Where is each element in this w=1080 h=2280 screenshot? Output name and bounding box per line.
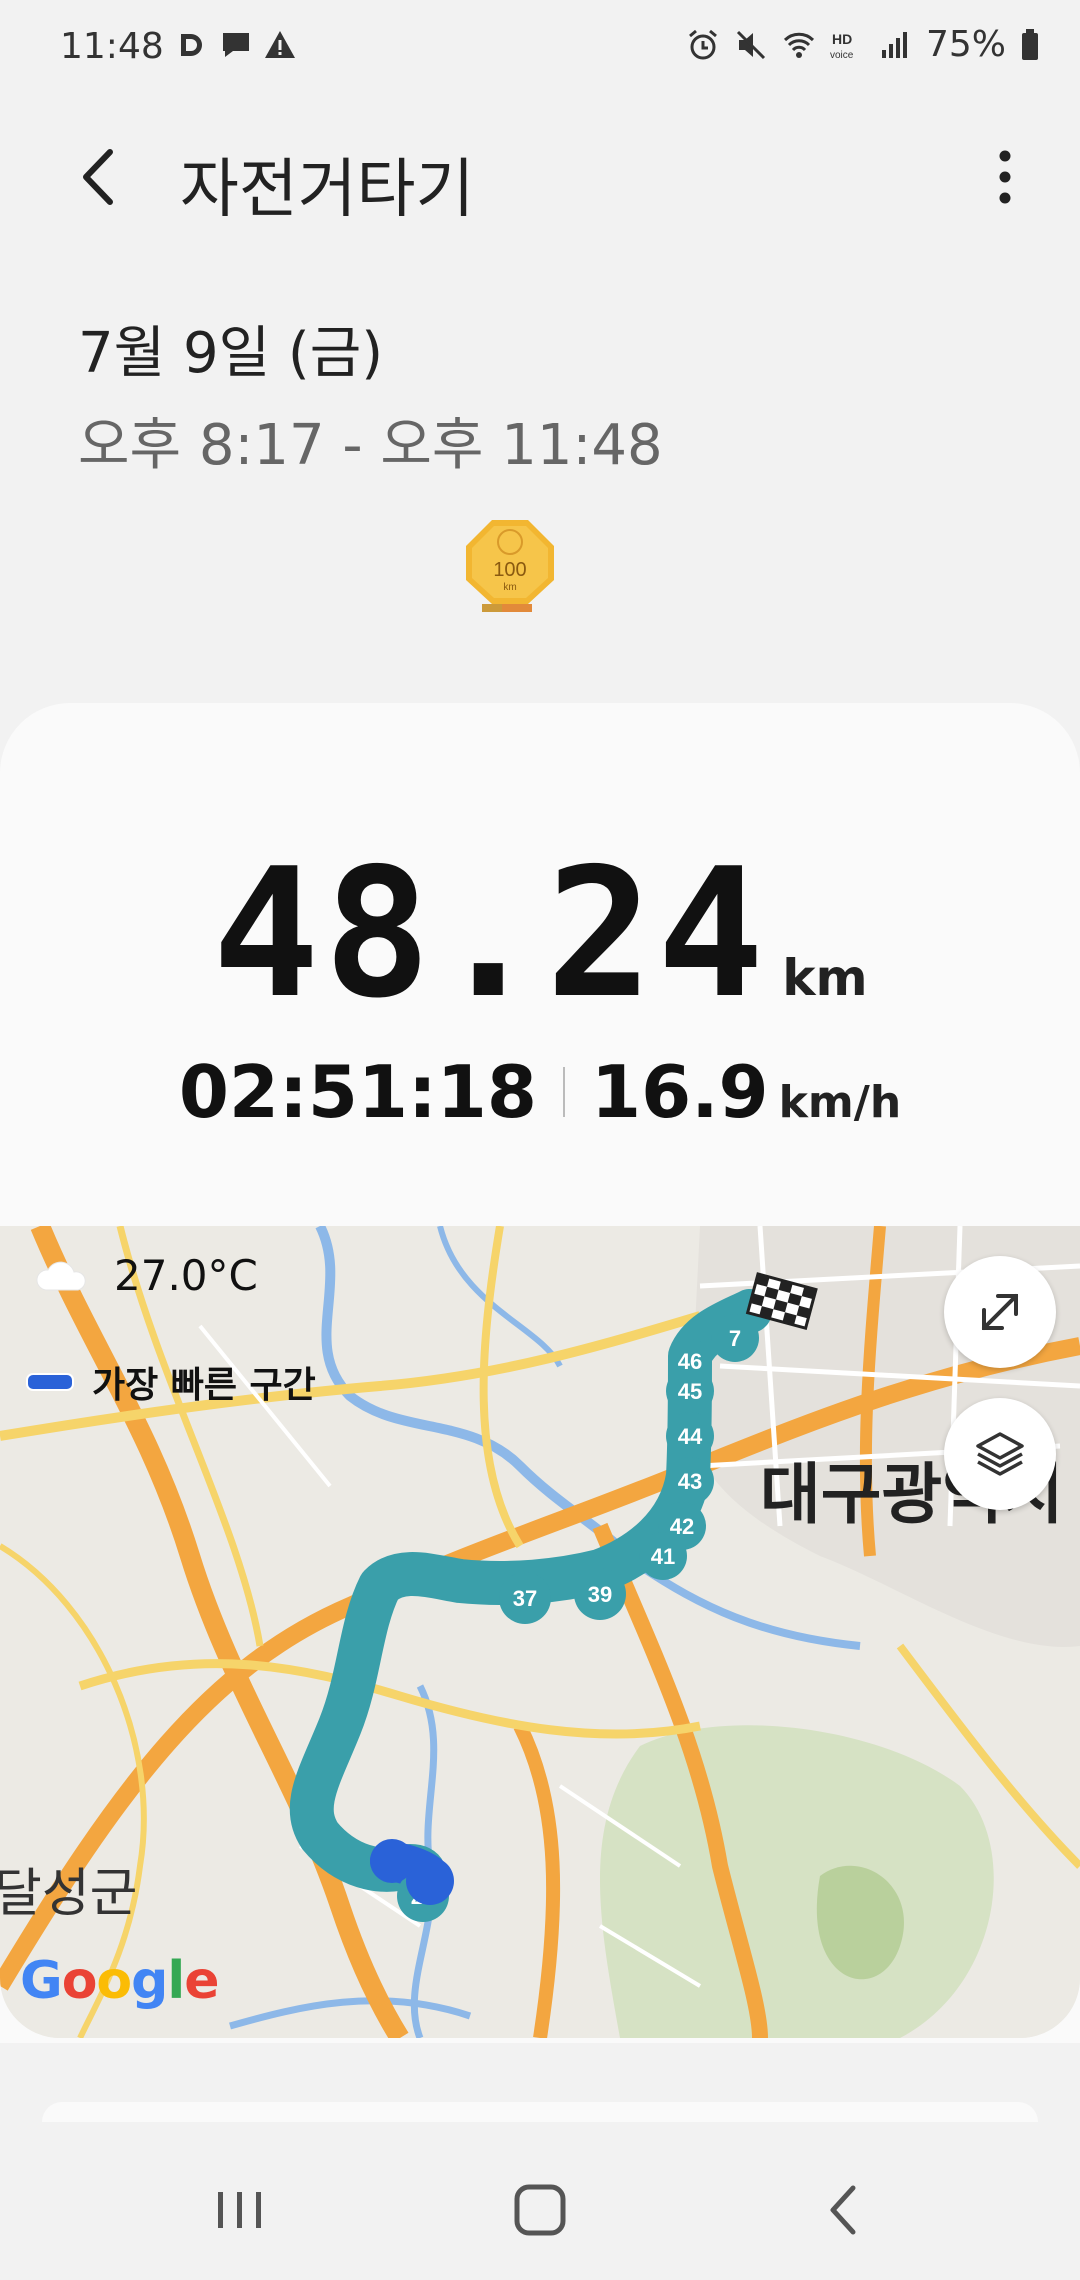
workout-time-range: 오후 8:17 - 오후 11:48 bbox=[78, 413, 663, 478]
signal-icon bbox=[881, 31, 907, 58]
battery-icon bbox=[1022, 28, 1038, 60]
stats-row: 02:51:18 16.9 km/h bbox=[0, 1050, 1080, 1134]
svg-text:voice: voice bbox=[830, 50, 854, 61]
svg-text:37: 37 bbox=[513, 1586, 537, 1611]
distance-medal-icon[interactable]: 100 km bbox=[462, 518, 558, 618]
navigation-bar bbox=[0, 2140, 1080, 2280]
distance-value: 48.24 bbox=[212, 830, 769, 1037]
stats-divider bbox=[563, 1067, 565, 1117]
svg-text:39: 39 bbox=[588, 1582, 612, 1607]
home-button[interactable] bbox=[500, 2180, 580, 2240]
dot-icon bbox=[181, 34, 202, 56]
duration-value: 02:51:18 bbox=[178, 1050, 537, 1134]
svg-text:46: 46 bbox=[678, 1349, 702, 1374]
place-label-left: 달성군 bbox=[0, 1864, 138, 1924]
more-options-icon[interactable] bbox=[980, 142, 1030, 212]
next-card-peek bbox=[42, 2102, 1038, 2122]
weather-info: 27.0°C bbox=[34, 1251, 258, 1300]
message-icon bbox=[223, 33, 249, 57]
map-layers-button[interactable] bbox=[944, 1398, 1056, 1510]
svg-text:41: 41 bbox=[651, 1544, 675, 1569]
workout-date: 7월 9일 (금) bbox=[78, 321, 384, 386]
status-time: 11:48 bbox=[60, 26, 164, 67]
speed-unit: km/h bbox=[778, 1077, 902, 1128]
svg-text:7: 7 bbox=[729, 1326, 741, 1351]
battery-percent: 75% bbox=[925, 24, 1006, 65]
layers-icon bbox=[976, 1432, 1024, 1476]
hd-voice-icon: HD voice bbox=[830, 31, 854, 61]
status-right: HD voice 75% bbox=[686, 24, 1040, 65]
mute-icon bbox=[736, 30, 766, 59]
legend-label: 가장 빠른 구간 bbox=[92, 1365, 316, 1406]
medal-value: 100 bbox=[493, 559, 526, 581]
app-header: 자전거타기 bbox=[0, 120, 1080, 240]
alarm-icon bbox=[689, 29, 717, 59]
temperature: 27.0°C bbox=[114, 1251, 258, 1300]
expand-icon bbox=[982, 1294, 1018, 1330]
recent-apps-button[interactable] bbox=[200, 2180, 280, 2240]
status-bar: 11:48 HD voice 75% bbox=[0, 0, 1080, 100]
map-legend: 가장 빠른 구간 bbox=[26, 1356, 316, 1408]
svg-text:43: 43 bbox=[678, 1469, 702, 1494]
cloud-icon bbox=[36, 1261, 86, 1290]
status-left-icons bbox=[175, 28, 297, 62]
svg-text:44: 44 bbox=[678, 1424, 703, 1449]
page-title: 자전거타기 bbox=[180, 153, 475, 227]
legend-swatch bbox=[26, 1373, 74, 1391]
map-background: 7 45 46 44 43 42 41 39 37 24 bbox=[0, 1226, 1080, 2038]
warning-icon bbox=[265, 31, 295, 58]
google-logo: Google bbox=[20, 1951, 220, 2011]
speed-value: 16.9 bbox=[591, 1050, 769, 1134]
route-map[interactable]: 7 45 46 44 43 42 41 39 37 24 27.0°C 가장 빠… bbox=[0, 1226, 1080, 2038]
svg-text:HD: HD bbox=[832, 31, 852, 47]
expand-map-button[interactable] bbox=[944, 1256, 1056, 1368]
medal-unit: km bbox=[503, 582, 516, 593]
distance-unit: km bbox=[782, 949, 868, 1007]
back-nav-button[interactable] bbox=[805, 2180, 885, 2240]
wifi-icon bbox=[783, 32, 815, 58]
back-button[interactable] bbox=[70, 142, 130, 212]
distance-display: 48.24 km bbox=[0, 830, 1080, 1037]
